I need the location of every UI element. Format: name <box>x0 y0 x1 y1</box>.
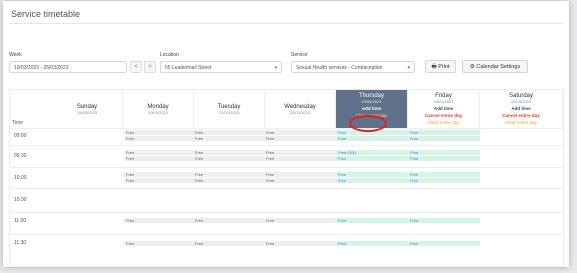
time-label: 09:00 <box>14 133 27 139</box>
page-title: Service timetable <box>11 9 81 19</box>
service-label: Service <box>291 52 308 58</box>
chevron-down-icon: ▾ <box>407 65 410 71</box>
day-header-friday: Friday 24/03/2023 Add time Cancel entire … <box>408 90 480 128</box>
slot-free[interactable]: Free <box>408 178 480 183</box>
slot-free[interactable]: Free <box>408 156 480 161</box>
gear-icon: ⚙ <box>469 64 475 70</box>
slot-free[interactable]: Free <box>336 178 408 183</box>
row-divider <box>10 167 563 168</box>
slot-free[interactable]: Free <box>336 241 408 246</box>
slot-free[interactable]: Free Free Free <box>124 241 336 246</box>
slot-free[interactable]: Free <box>408 218 480 223</box>
slot-free[interactable]: Free Free Free <box>124 172 336 177</box>
slot-free[interactable]: Free <box>408 241 480 246</box>
slot-free[interactable]: Free Free Free <box>124 130 336 135</box>
slot-free[interactable]: Free Free Free <box>124 218 336 223</box>
row-divider <box>10 128 563 129</box>
print-button[interactable]: 🖶 Print <box>425 60 456 73</box>
prev-week-button[interactable]: < <box>130 61 142 73</box>
day-header-saturday: Saturday 25/03/2023 Add time Cancel entir… <box>480 90 563 128</box>
time-label: 10:00 <box>14 175 27 181</box>
slot-free[interactable]: Free Free Free <box>124 178 336 183</box>
calendar-settings-button[interactable]: ⚙ Calendar Settings <box>462 60 528 73</box>
chevron-down-icon: ▾ <box>274 65 277 71</box>
day-header-tuesday: Tuesday 21/03/2023 <box>194 90 265 128</box>
row-divider <box>10 145 563 146</box>
clear-day-link-saturday[interactable]: Clear entire day <box>480 120 562 125</box>
slot-free[interactable]: Free <box>408 130 480 135</box>
location-select[interactable]: 65 Leadermall Street ▾ <box>160 61 282 73</box>
timetable-grid: Time Sunday 19/03/2023 Monday 20/03/2023 T… <box>9 89 564 267</box>
printer-icon: 🖶 <box>431 64 437 70</box>
slot-free[interactable]: Free <box>336 218 408 223</box>
row-divider <box>10 234 563 235</box>
service-select[interactable]: Sexual Health services - Contraception ▾ <box>291 61 415 73</box>
add-time-link-thursday[interactable]: Add time <box>336 106 407 111</box>
week-label: Week <box>9 52 22 58</box>
time-label: 10:30 <box>14 197 27 203</box>
week-field[interactable]: 19/03/2023 - 25/03/2023 <box>9 61 127 73</box>
day-header-wednesday: Wednesday 22/03/2023 <box>265 90 336 128</box>
add-time-link-saturday[interactable]: Add time <box>480 106 562 111</box>
row-divider <box>10 188 563 189</box>
slot-free[interactable]: Free <box>336 172 408 177</box>
slot-free[interactable]: Free <box>336 156 408 161</box>
title-divider <box>9 23 563 24</box>
add-time-link-friday[interactable]: Add time <box>408 106 479 111</box>
slot-free[interactable]: Free <box>408 136 480 141</box>
slot-free[interactable]: Free <box>408 172 480 177</box>
next-week-button[interactable]: > <box>144 61 156 73</box>
day-header-monday: Monday 20/03/2023 <box>123 90 194 128</box>
location-label: Location <box>160 52 179 58</box>
time-label: 09:30 <box>14 153 27 159</box>
time-header: Time <box>12 120 23 126</box>
clear-day-link-friday[interactable]: Clear entire day <box>408 120 479 125</box>
service-timetable-card: Service timetable Week 19/03/2023 - 25/0… <box>3 1 569 267</box>
row-divider <box>10 212 563 213</box>
time-label: 11:00 <box>14 218 27 224</box>
time-label: 11:30 <box>14 240 27 246</box>
highlight-ring <box>349 115 387 132</box>
day-header-sunday: Sunday 19/03/2023 <box>52 90 123 128</box>
cancel-day-link-saturday[interactable]: Cancel entire day <box>480 113 562 118</box>
slot-free[interactable]: Free Free Free <box>124 136 336 141</box>
slot-free[interactable]: Free <box>336 136 408 141</box>
slot-free[interactable]: Free <box>408 150 480 155</box>
slot-free-count[interactable]: Free (3/3) <box>336 150 408 155</box>
slot-free[interactable]: Free Free Free <box>124 156 336 161</box>
slot-free[interactable]: Free Free Free <box>124 150 336 155</box>
cancel-day-link-friday[interactable]: Cancel entire day <box>408 113 479 118</box>
